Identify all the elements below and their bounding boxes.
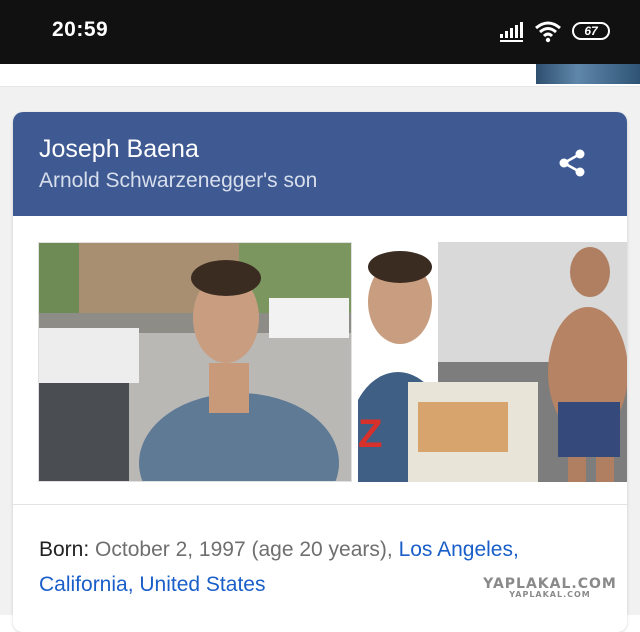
- battery-icon: 67: [572, 22, 610, 40]
- signal-icon: [500, 22, 523, 42]
- knowledge-card: Joseph Baena Arnold Schwarzenegger's son: [13, 112, 627, 632]
- photo-carousel[interactable]: Z: [13, 216, 627, 506]
- card-divider: [13, 504, 627, 505]
- photo-person-beach[interactable]: Z: [358, 242, 627, 482]
- photo-1-illustration: [39, 243, 351, 481]
- status-bar: 20:59 67: [0, 0, 640, 64]
- svg-text:Z: Z: [358, 412, 382, 456]
- born-value: October 2, 1997 (age 20 years),: [95, 538, 393, 561]
- born-label: Born:: [39, 538, 90, 561]
- card-subtitle: Arnold Schwarzenegger's son: [39, 169, 318, 192]
- card-header[interactable]: Joseph Baena Arnold Schwarzenegger's son: [13, 112, 627, 216]
- share-icon[interactable]: [557, 148, 587, 178]
- wifi-icon: [535, 21, 561, 43]
- previous-result-thumbnail[interactable]: [536, 64, 640, 84]
- born-place-country-link[interactable]: United States: [139, 573, 265, 596]
- born-place-city-link[interactable]: Los Angeles,: [399, 538, 519, 561]
- watermark: YAPLAKAL.COM YAPLAKAL.COM: [480, 576, 620, 599]
- status-time: 20:59: [52, 18, 109, 41]
- born-place-state-link[interactable]: California,: [39, 573, 134, 596]
- previous-result-strip: [0, 64, 640, 87]
- status-icons: 67: [500, 20, 620, 44]
- card-title: Joseph Baena: [39, 135, 199, 163]
- photo-person-parking-lot[interactable]: [38, 242, 352, 482]
- photo-2-illustration: Z: [358, 242, 627, 482]
- battery-level: 67: [584, 24, 598, 38]
